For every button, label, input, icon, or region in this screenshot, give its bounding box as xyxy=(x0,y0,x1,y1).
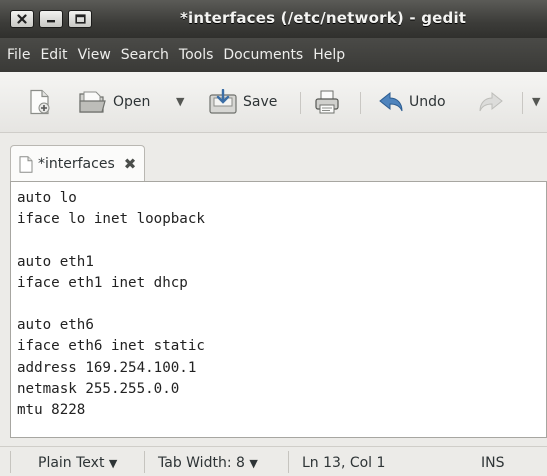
open-recent-dropdown-arrow[interactable]: ▼ xyxy=(176,95,184,108)
language-selector[interactable]: Plain Text ▼ xyxy=(38,455,117,471)
save-label: Save xyxy=(243,94,278,110)
editor-line: iface lo inet loopback xyxy=(17,211,205,228)
editor-line: iface eth6 inet static xyxy=(17,338,205,355)
undo-button[interactable]: Undo xyxy=(378,89,446,115)
editor-line: iface eth1 inet dhcp xyxy=(17,274,188,291)
window-controls xyxy=(10,10,92,28)
window-title: *interfaces (/etc/network) - gedit xyxy=(180,9,467,27)
open-folder-icon xyxy=(79,91,106,113)
menu-view[interactable]: View xyxy=(77,44,112,66)
new-document-icon xyxy=(30,89,50,115)
undo-label: Undo xyxy=(409,94,446,110)
toolbar-overflow-arrow[interactable]: ▼ xyxy=(532,95,540,108)
redo-button[interactable] xyxy=(478,89,504,115)
menu-tools[interactable]: Tools xyxy=(178,44,215,66)
toolbar-separator xyxy=(300,92,301,114)
printer-icon xyxy=(315,90,339,114)
new-document-button[interactable] xyxy=(28,89,52,115)
tab-width-label: Tab Width: 8 xyxy=(158,455,245,471)
print-button[interactable] xyxy=(314,89,340,115)
close-window-button[interactable] xyxy=(10,10,34,28)
toolbar-separator xyxy=(522,92,523,114)
close-icon xyxy=(17,14,27,24)
insert-mode-indicator: INS xyxy=(481,455,505,471)
tab-interfaces[interactable]: *interfaces ✖ xyxy=(10,145,145,182)
language-dropdown-arrow: ▼ xyxy=(108,457,118,470)
editor-line: netmask 255.255.0.0 xyxy=(17,380,180,397)
toolbar: Open ▼ Save Undo ▼ xyxy=(0,72,547,133)
open-button[interactable]: Open xyxy=(78,89,150,115)
close-tab-icon[interactable]: ✖ xyxy=(124,155,137,173)
tab-width-dropdown-arrow: ▼ xyxy=(249,457,258,470)
editor-line: mtu 8228 xyxy=(17,401,86,418)
editor-line: auto lo xyxy=(17,190,77,206)
minimize-icon xyxy=(47,20,55,23)
editor-line: address 169.254.100.1 xyxy=(17,359,197,376)
language-label: Plain Text xyxy=(38,455,105,471)
title-bar[interactable]: *interfaces (/etc/network) - gedit xyxy=(0,0,547,38)
maximize-icon xyxy=(74,14,86,24)
menu-help[interactable]: Help xyxy=(312,44,346,66)
undo-arrow-icon xyxy=(379,91,403,112)
menu-search[interactable]: Search xyxy=(120,44,170,66)
editor-line: auto eth6 xyxy=(17,317,94,334)
tab-width-selector[interactable]: Tab Width: 8 ▼ xyxy=(158,455,258,471)
save-button[interactable]: Save xyxy=(208,89,277,115)
save-icon xyxy=(209,89,237,114)
tab-label: *interfaces xyxy=(38,156,115,172)
statusbar-separator xyxy=(288,451,289,473)
cursor-position: Ln 13, Col 1 xyxy=(302,455,386,471)
editor-content[interactable]: auto lo iface lo inet loopback auto eth1 if… xyxy=(17,188,205,421)
statusbar-separator xyxy=(10,451,11,473)
statusbar-separator xyxy=(144,451,145,473)
redo-arrow-icon xyxy=(479,91,503,112)
menu-documents[interactable]: Documents xyxy=(222,44,304,66)
minimize-window-button[interactable] xyxy=(39,10,63,28)
maximize-window-button[interactable] xyxy=(68,10,92,28)
document-tabs: *interfaces ✖ xyxy=(0,133,547,182)
menu-bar: File Edit View Search Tools Documents He… xyxy=(0,38,547,72)
document-icon xyxy=(19,155,33,173)
toolbar-separator xyxy=(360,92,361,114)
editor-line: auto eth1 xyxy=(17,253,94,270)
status-bar: Plain Text ▼ Tab Width: 8 ▼ Ln 13, Col 1… xyxy=(0,446,547,476)
text-editor[interactable]: auto lo iface lo inet loopback auto eth1 if… xyxy=(10,181,547,438)
open-label: Open xyxy=(113,94,151,110)
menu-edit[interactable]: Edit xyxy=(39,44,68,66)
menu-file[interactable]: File xyxy=(6,44,31,66)
